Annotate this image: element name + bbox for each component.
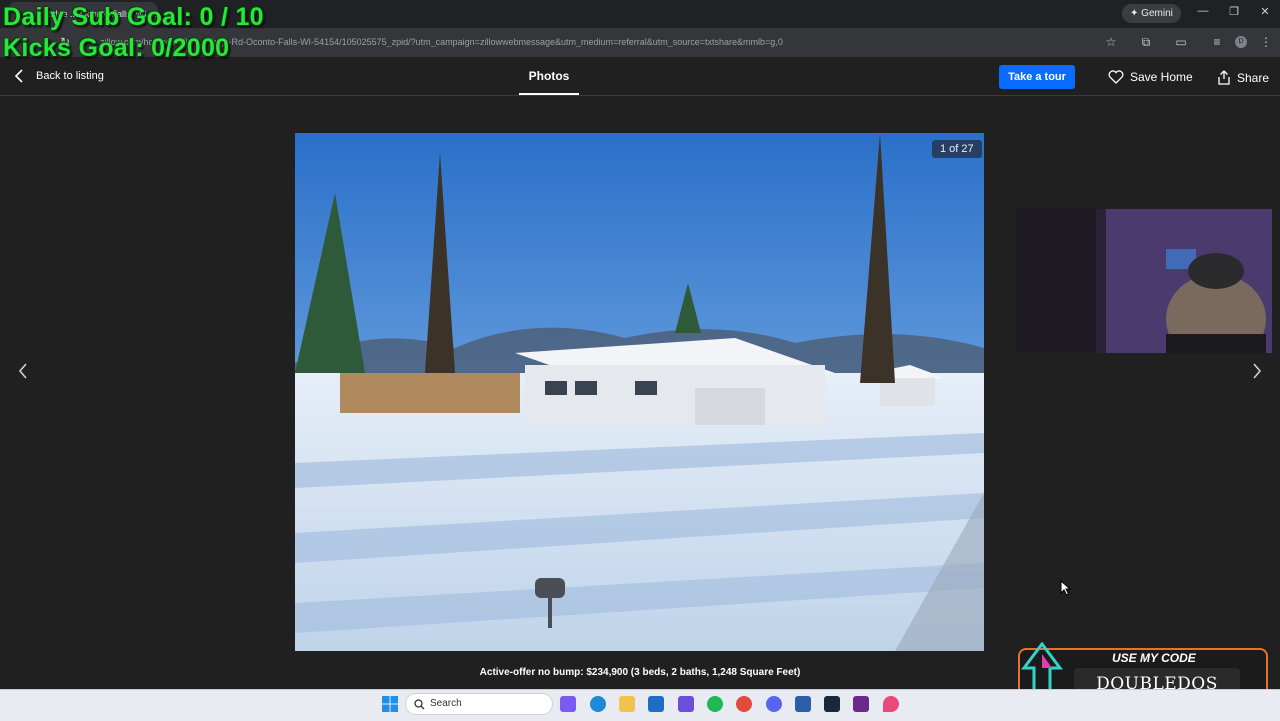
cast-icon[interactable]: ▭	[1174, 35, 1188, 49]
restore-icon[interactable]: ❐	[1224, 5, 1244, 18]
back-to-listing-link[interactable]: Back to listing	[14, 69, 104, 83]
taskbar	[0, 689, 1280, 721]
spotify-icon[interactable]	[707, 696, 723, 712]
discord-icon[interactable]	[766, 696, 782, 712]
heart-icon	[1108, 70, 1124, 84]
bookmark-star-icon[interactable]: ☆	[1104, 35, 1118, 49]
minimize-icon[interactable]: —	[1193, 5, 1213, 17]
webcam-overlay	[1016, 209, 1272, 353]
gemini-button[interactable]: ✦ Gemini	[1122, 4, 1181, 23]
previous-photo-button[interactable]	[13, 363, 33, 383]
media-app-icon[interactable]	[795, 696, 811, 712]
file-explorer-icon[interactable]	[619, 696, 635, 712]
share-icon	[1218, 70, 1230, 85]
maps-pin-icon[interactable]	[883, 696, 899, 712]
take-a-tour-button[interactable]: Take a tour	[999, 65, 1075, 89]
photo-counter: 1 of 27	[932, 140, 982, 158]
gemini-label: Gemini	[1141, 8, 1173, 19]
menu-kebab-icon[interactable]: ⋮	[1259, 35, 1273, 49]
close-icon[interactable]: ✕	[1255, 5, 1275, 18]
copilot-icon[interactable]	[560, 696, 576, 712]
chrome-icon[interactable]	[736, 696, 752, 712]
media-icon[interactable]: ≡	[1210, 35, 1224, 49]
kicks-goal-text: Kicks Goal: 0/2000	[3, 34, 230, 62]
save-home-button[interactable]: Save Home	[1108, 70, 1193, 84]
search-icon	[414, 699, 425, 710]
mouse-cursor-icon	[1060, 580, 1072, 596]
chevron-left-icon	[14, 69, 23, 83]
windows-start-icon[interactable]	[382, 696, 398, 712]
store-icon[interactable]	[648, 696, 664, 712]
chevron-right-icon	[1253, 363, 1262, 379]
promo-heading: USE MY CODE	[1112, 651, 1196, 665]
sub-goal-text: Daily Sub Goal: 0 / 10	[3, 3, 264, 31]
share-label: Share	[1237, 70, 1270, 85]
next-app-icon[interactable]	[853, 696, 869, 712]
next-photo-button[interactable]	[1247, 363, 1267, 383]
extensions-icon[interactable]: ⧉	[1139, 35, 1153, 49]
profile-avatar[interactable]: D	[1235, 36, 1247, 48]
taskbar-search[interactable]	[405, 693, 553, 715]
tab-photos[interactable]: Photos	[519, 69, 579, 83]
back-label: Back to listing	[36, 70, 104, 82]
taskbar-search-label: Search	[430, 698, 462, 709]
save-home-label: Save Home	[1130, 70, 1193, 84]
share-button[interactable]: Share	[1217, 70, 1269, 85]
app-grid-icon[interactable]	[678, 696, 694, 712]
tab-active-indicator	[519, 93, 579, 95]
chevron-left-icon	[18, 363, 27, 379]
listing-photo[interactable]	[295, 133, 984, 651]
steam-icon[interactable]	[824, 696, 840, 712]
edge-icon[interactable]	[590, 696, 606, 712]
